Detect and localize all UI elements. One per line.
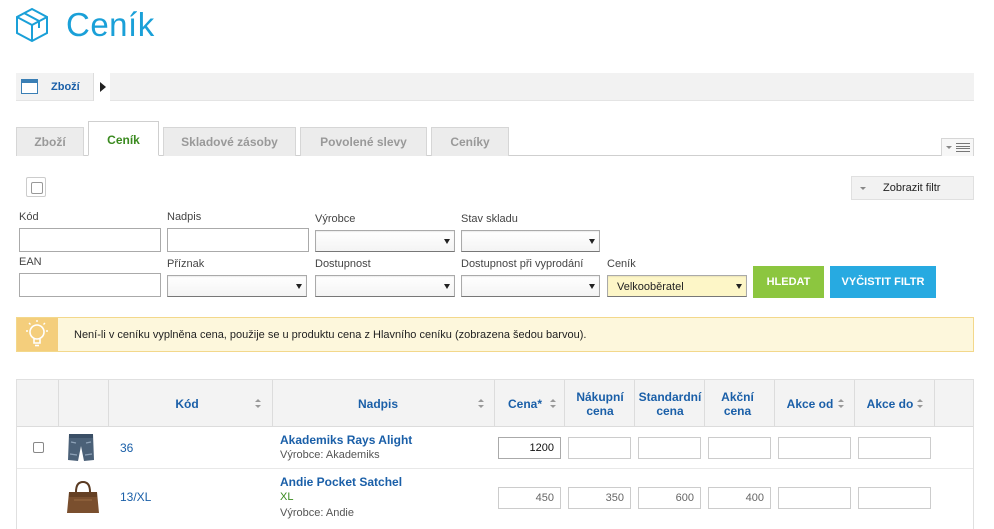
product-thumbnail[interactable] [64, 480, 102, 516]
sort-icon[interactable] [838, 399, 844, 409]
column-header-title[interactable]: Nadpis [273, 380, 483, 427]
column-header-promo-from-label: Akce od [786, 396, 834, 411]
promo-to-input[interactable] [858, 437, 931, 459]
table-row: 36 Akademiks Rays Alight Výrobce: Akadem… [17, 428, 973, 469]
dropdown-arrow-icon [589, 239, 595, 244]
dropdown-arrow-icon [589, 284, 595, 289]
purchase-price-input[interactable] [568, 437, 631, 459]
menu-icon [956, 143, 970, 152]
dropdown-arrow-icon [296, 284, 302, 289]
clear-filter-button[interactable]: VYČISTIT FILTR [830, 266, 936, 298]
info-text: Není-li v ceníku vyplněna cena, použije … [74, 329, 587, 341]
filter-label-stock-state: Stav skladu [461, 213, 518, 225]
lightbulb-icon [17, 318, 58, 351]
caret-right-icon [100, 82, 106, 92]
info-notice: Není-li v ceníku vyplněna cena, použije … [16, 317, 974, 352]
sale-price-input[interactable]: 400 [708, 487, 771, 509]
product-maker: Výrobce: Akademiks [280, 449, 380, 461]
chevron-down-icon [946, 146, 952, 149]
product-title-link[interactable]: Andie Pocket Satchel [280, 475, 402, 489]
column-header-promo-from[interactable]: Akce od [775, 380, 845, 427]
table-header: Kód Nadpis Cena* Nákupní cena Standardní… [17, 380, 973, 427]
filter-label-pricelist: Ceník [607, 258, 636, 270]
tab-povolene-slevy[interactable]: Povolené slevy [300, 127, 427, 156]
filter-label-code: Kód [19, 211, 39, 223]
table-row: 13/XL Andie Pocket Satchel XL Výrobce: A… [17, 470, 973, 529]
col-divider [58, 380, 59, 427]
window-icon [21, 79, 38, 94]
filter-label-availability: Dostupnost [315, 258, 371, 270]
column-header-standard-price-label: Standardní cena [638, 389, 702, 418]
tabs-menu-button[interactable] [941, 138, 974, 156]
column-header-purchase-price[interactable]: Nákupní cena [565, 380, 635, 427]
standard-price-input[interactable] [638, 437, 701, 459]
product-code-link[interactable]: 36 [120, 441, 133, 455]
breadcrumb: Zboží [16, 73, 974, 101]
filter-pricelist-select[interactable]: Velkooběratel [607, 275, 747, 297]
column-header-standard-price[interactable]: Standardní cena [635, 380, 705, 427]
product-variant: XL [280, 491, 294, 503]
product-maker: Výrobce: Andie [280, 507, 354, 519]
column-header-promo-to[interactable]: Akce do [855, 380, 925, 427]
box-icon [14, 7, 50, 43]
sort-icon[interactable] [255, 399, 261, 409]
filter-availability-select[interactable] [315, 275, 455, 297]
dropdown-arrow-icon [444, 284, 450, 289]
row-checkbox[interactable] [33, 442, 44, 453]
chevron-down-icon [860, 187, 866, 190]
sort-icon[interactable] [917, 399, 923, 409]
column-header-promo-to-label: Akce do [866, 396, 914, 411]
column-header-sale-price-label: Akční cena [721, 389, 754, 418]
product-thumbnail[interactable] [66, 432, 96, 464]
show-filter-label: Zobrazit filtr [883, 182, 941, 194]
tab-ceniky[interactable]: Ceníky [431, 127, 509, 156]
column-header-code[interactable]: Kód [109, 380, 265, 427]
search-button[interactable]: HLEDAT [753, 266, 824, 298]
filter-ean-input[interactable] [19, 273, 161, 297]
column-header-code-label: Kód [175, 396, 199, 411]
sort-icon[interactable] [478, 399, 484, 409]
pricelist-selected-value: Velkooběratel [617, 281, 684, 293]
price-input[interactable]: 1200 [498, 437, 561, 459]
show-filter-button[interactable]: Zobrazit filtr [851, 176, 974, 200]
promo-from-input[interactable] [778, 487, 851, 509]
price-input[interactable]: 450 [498, 487, 561, 509]
tab-zbozi[interactable]: Zboží [16, 127, 84, 156]
tab-cenik[interactable]: Ceník [88, 121, 159, 156]
filter-label-flag: Příznak [167, 258, 205, 270]
product-code-link[interactable]: 13/XL [120, 490, 151, 504]
breadcrumb-item-zbozi[interactable]: Zboží [51, 81, 80, 93]
column-header-sale-price[interactable]: Akční cena [705, 380, 770, 427]
col-divider [934, 380, 935, 427]
dropdown-arrow-icon [444, 239, 450, 244]
standard-price-input[interactable]: 600 [638, 487, 701, 509]
column-header-price-label: Cena* [507, 396, 542, 411]
filter-availability-sold-out-select[interactable] [461, 275, 600, 297]
filter-label-ean: EAN [19, 256, 42, 268]
filter-label-title: Nadpis [167, 211, 202, 223]
page-title: Ceník [66, 6, 155, 43]
filter-flag-select[interactable] [167, 275, 307, 297]
sort-icon[interactable] [550, 399, 556, 409]
filter-label-maker: Výrobce [315, 213, 356, 225]
promo-from-input[interactable] [778, 437, 851, 459]
filter-title-input[interactable] [167, 228, 309, 252]
filter-stock-state-select[interactable] [461, 230, 600, 252]
filter-label-availability-sold-out: Dostupnost při vyprodání [461, 258, 584, 270]
filter-maker-select[interactable] [315, 230, 455, 252]
filter-code-input[interactable] [19, 228, 161, 252]
select-all-checkbox[interactable] [26, 177, 46, 197]
column-header-purchase-price-label: Nákupní cena [576, 389, 624, 418]
tab-skladove-zasoby[interactable]: Skladové zásoby [163, 127, 296, 156]
sale-price-input[interactable] [708, 437, 771, 459]
purchase-price-input[interactable]: 350 [568, 487, 631, 509]
product-title-link[interactable]: Akademiks Rays Alight [280, 433, 412, 447]
price-table: Kód Nadpis Cena* Nákupní cena Standardní… [16, 379, 974, 529]
column-header-title-label: Nadpis [357, 396, 398, 411]
dropdown-arrow-icon [736, 284, 742, 289]
promo-to-input[interactable] [858, 487, 931, 509]
column-header-price[interactable]: Cena* [495, 380, 555, 427]
